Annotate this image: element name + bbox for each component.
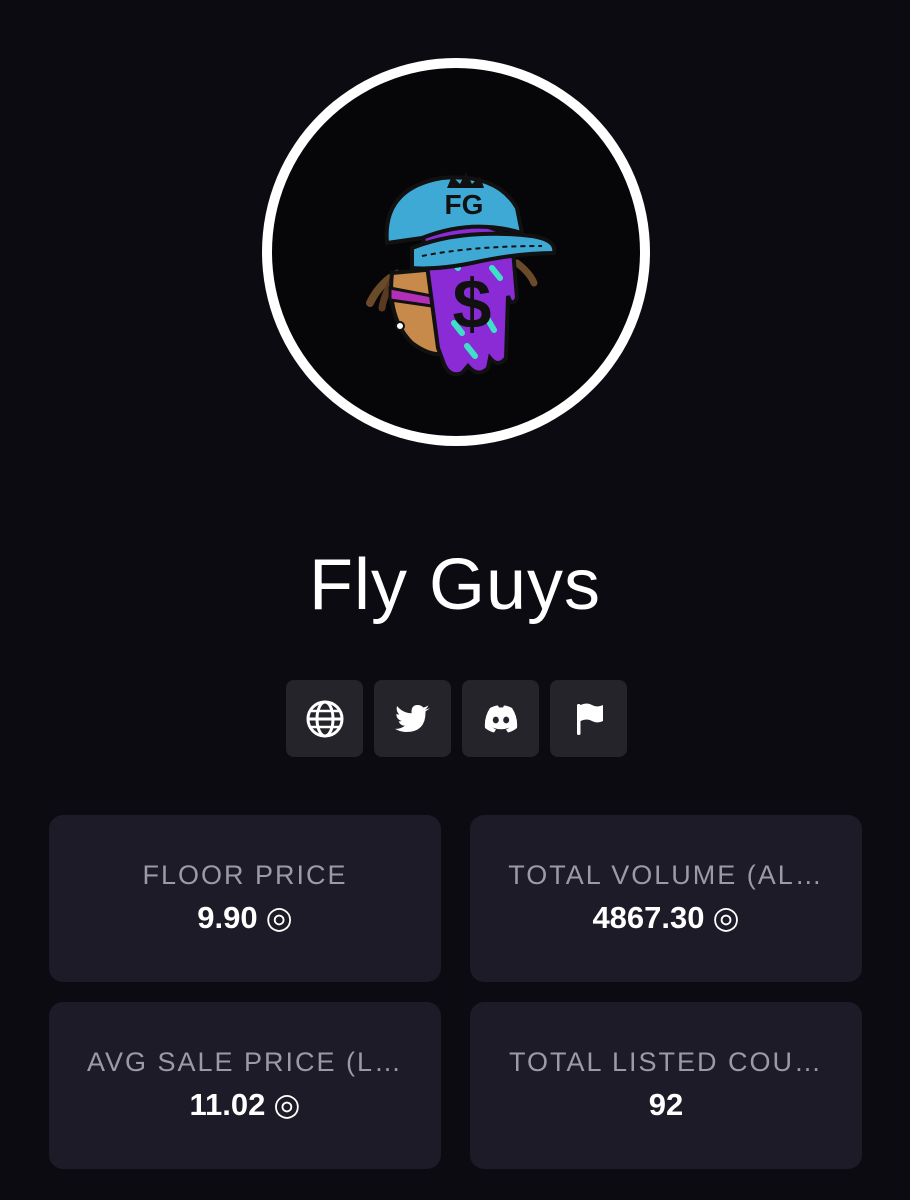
stat-label: FLOOR PRICE xyxy=(142,860,348,890)
stat-card-avg-sale-price: AVG SALE PRICE (L… 11.02 ◎ xyxy=(49,1002,441,1169)
solana-coin-icon: ◎ xyxy=(712,900,740,935)
solana-coin-icon: ◎ xyxy=(265,900,293,935)
stat-value: 9.90 ◎ xyxy=(197,900,293,935)
stat-label: TOTAL LISTED COU… xyxy=(508,1047,824,1077)
stat-label: AVG SALE PRICE (L… xyxy=(86,1047,404,1077)
website-link-button[interactable] xyxy=(286,680,363,757)
discord-icon xyxy=(484,705,517,732)
stat-value: 11.02 ◎ xyxy=(189,1087,301,1122)
collection-title: Fly Guys xyxy=(308,545,602,625)
solana-coin-icon: ◎ xyxy=(273,1087,301,1122)
globe-icon xyxy=(306,700,343,737)
stat-value: 92 xyxy=(648,1087,684,1122)
collection-avatar: $ FG xyxy=(262,58,650,446)
discord-link-button[interactable] xyxy=(462,680,539,757)
stat-card-floor-price: FLOOR PRICE 9.90 ◎ xyxy=(49,815,441,982)
social-links xyxy=(286,680,627,757)
twitter-link-button[interactable] xyxy=(374,680,451,757)
stat-label: TOTAL VOLUME (AL… xyxy=(508,860,824,890)
stat-card-total-listed-count: TOTAL LISTED COU… 92 xyxy=(470,1002,862,1169)
fly-guys-logo-icon: $ FG xyxy=(272,68,640,436)
stat-value: 4867.30 ◎ xyxy=(592,900,740,935)
twitter-icon xyxy=(394,704,430,732)
svg-text:$: $ xyxy=(453,265,492,343)
stat-card-total-volume: TOTAL VOLUME (AL… 4867.30 ◎ xyxy=(470,815,862,982)
flag-icon xyxy=(576,703,603,735)
svg-text:FG: FG xyxy=(445,189,484,220)
report-flag-button[interactable] xyxy=(550,680,627,757)
